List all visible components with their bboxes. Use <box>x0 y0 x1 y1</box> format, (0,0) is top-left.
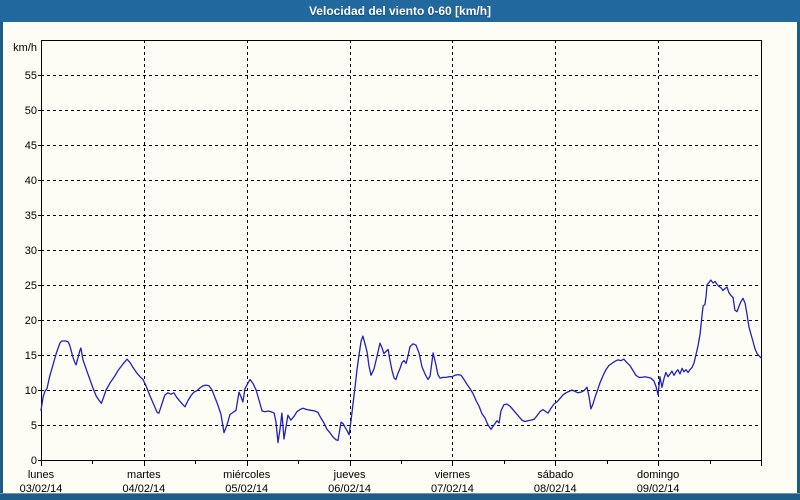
x-axis-day-label: sábado <box>537 469 573 481</box>
x-axis-day-label: martes <box>127 469 161 481</box>
app-window: 0 5 10 15 20 25 30 35 40 45 50 55 km/h lunes 03/02/14 m… <box>0 0 800 500</box>
y-tick-label: 40 <box>25 175 37 187</box>
wind-speed-chart: 0510152025303540455055km/hlunes03/02/14m… <box>13 40 762 495</box>
y-tick-label: 30 <box>25 245 37 257</box>
y-tick-label: 55 <box>25 70 37 82</box>
x-axis-day-label: viernes <box>435 469 471 481</box>
x-axis-day-label: jueves <box>333 469 366 481</box>
wind-speed-line <box>40 279 762 444</box>
title-bar: Velocidad del viento 0-60 [km/h] <box>0 0 800 22</box>
y-tick-label: 50 <box>25 105 37 117</box>
y-tick-label: 15 <box>25 350 37 362</box>
window-border-bottom <box>0 493 800 500</box>
window-border-left <box>0 22 3 500</box>
x-axis-day-label: domingo <box>637 469 679 481</box>
y-axis-unit-label: km/h <box>13 42 37 54</box>
x-axis-day-label: lunes <box>28 469 55 481</box>
y-tick-label: 20 <box>25 315 37 327</box>
y-tick-label: 35 <box>25 210 37 222</box>
y-tick-label: 5 <box>31 420 37 432</box>
x-axis-day-label: miércoles <box>223 469 271 481</box>
y-tick-label: 0 <box>31 455 37 467</box>
y-tick-label: 10 <box>25 385 37 397</box>
window-title: Velocidad del viento 0-60 [km/h] <box>308 4 492 18</box>
y-tick-label: 25 <box>25 280 37 292</box>
y-tick-label: 45 <box>25 140 37 152</box>
